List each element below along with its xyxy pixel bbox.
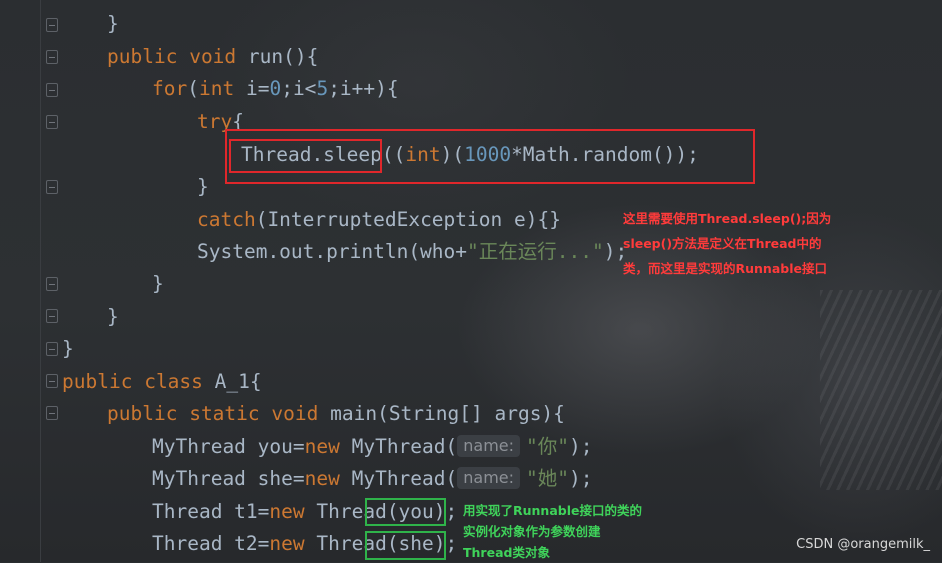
parameter-hint: name: [457, 467, 521, 489]
fold-marker-icon[interactable] [46, 309, 58, 323]
fold-marker-icon[interactable] [46, 50, 58, 64]
code-token: } [197, 175, 209, 198]
string-token: "你" [526, 435, 570, 458]
keyword-token: void [189, 45, 237, 68]
fold-marker-icon[interactable] [46, 18, 58, 32]
keyword-token: catch [197, 208, 256, 231]
code-line[interactable]: public class A_1{ [62, 366, 262, 398]
code-line[interactable]: MyThread she=new MyThread(name: "她"); [152, 463, 593, 495]
code-token: ;i< [281, 77, 317, 100]
keyword-token: new [304, 467, 340, 490]
number-token: 0 [269, 77, 282, 100]
fold-marker-icon[interactable] [46, 342, 58, 356]
keyword-token: for [152, 77, 188, 100]
fold-marker-icon[interactable] [46, 115, 58, 129]
highlight-box-thread-sleep [229, 139, 382, 173]
code-line[interactable]: } [152, 268, 164, 300]
keyword-token: static [189, 402, 260, 425]
code-line[interactable]: for(int i=0;i<5;i++){ [152, 73, 399, 105]
keyword-token: public [107, 402, 178, 425]
code-token: } [107, 12, 119, 35]
gutter-divider [40, 0, 41, 562]
code-line[interactable]: public static void main(String[] args){ [107, 398, 565, 430]
annotation-red: 这里需要使用Thread.sleep();因为sleep()方法是定义在Thre… [623, 211, 832, 276]
code-line[interactable]: catch(InterruptedException e){} [197, 204, 561, 236]
code-token: MyThread( [339, 467, 458, 490]
keyword-token: class [144, 370, 203, 393]
code-token: main(String[] args){ [318, 402, 565, 425]
code-token: (InterruptedException e){} [255, 208, 561, 231]
string-token: "她" [526, 467, 570, 490]
parameter-hint: name: [457, 435, 521, 457]
number-token: 5 [316, 77, 329, 100]
code-token: } [152, 272, 164, 295]
code-token: System.out.println(who+ [197, 240, 468, 263]
fold-marker-icon[interactable] [46, 406, 58, 420]
keyword-token: public [62, 370, 133, 393]
keyword-token: new [304, 435, 340, 458]
code-line[interactable]: } [107, 301, 119, 333]
fold-marker-icon[interactable] [46, 180, 58, 194]
code-token: run(){ [236, 45, 319, 68]
code-token: Thread t1= [152, 500, 270, 523]
code-line[interactable]: MyThread you=new MyThread(name: "你"); [152, 431, 593, 463]
code-token: ); [569, 435, 593, 458]
annotation-green: 用实现了Runnable接口的类的实例化对象作为参数创建Thread类对象 [463, 503, 642, 560]
fold-marker-icon[interactable] [46, 83, 58, 97]
code-token: A_1{ [202, 370, 262, 393]
code-token: MyThread you= [152, 435, 305, 458]
code-line[interactable]: System.out.println(who+"正在运行..."); [197, 236, 627, 268]
keyword-token: new [269, 500, 305, 523]
keyword-token: public [107, 45, 178, 68]
code-token: ;i++){ [328, 77, 399, 100]
code-line[interactable]: } [107, 8, 119, 40]
fold-marker-icon[interactable] [46, 374, 58, 388]
keyword-token: int [198, 77, 235, 100]
code-token: Thread t2= [152, 532, 270, 555]
highlight-box-arg-she [365, 531, 446, 560]
highlight-box-arg-you [365, 498, 446, 526]
code-line[interactable]: public void run(){ [107, 41, 318, 73]
code-token: } [62, 337, 74, 360]
code-token: MyThread she= [152, 467, 305, 490]
code-token: MyThread( [339, 435, 458, 458]
code-token: i= [234, 77, 270, 100]
code-token: } [107, 305, 119, 328]
code-line[interactable]: } [62, 333, 74, 365]
code-token: ); [569, 467, 593, 490]
code-line[interactable]: } [197, 171, 209, 203]
keyword-token: void [271, 402, 319, 425]
code-token: ( [187, 77, 199, 100]
fold-marker-icon[interactable] [46, 277, 58, 291]
background-keyboard-image [820, 290, 942, 490]
string-token: "正在运行..." [467, 240, 604, 263]
csdn-watermark: CSDN @orangemilk_ [796, 537, 930, 552]
keyword-token: new [269, 532, 305, 555]
